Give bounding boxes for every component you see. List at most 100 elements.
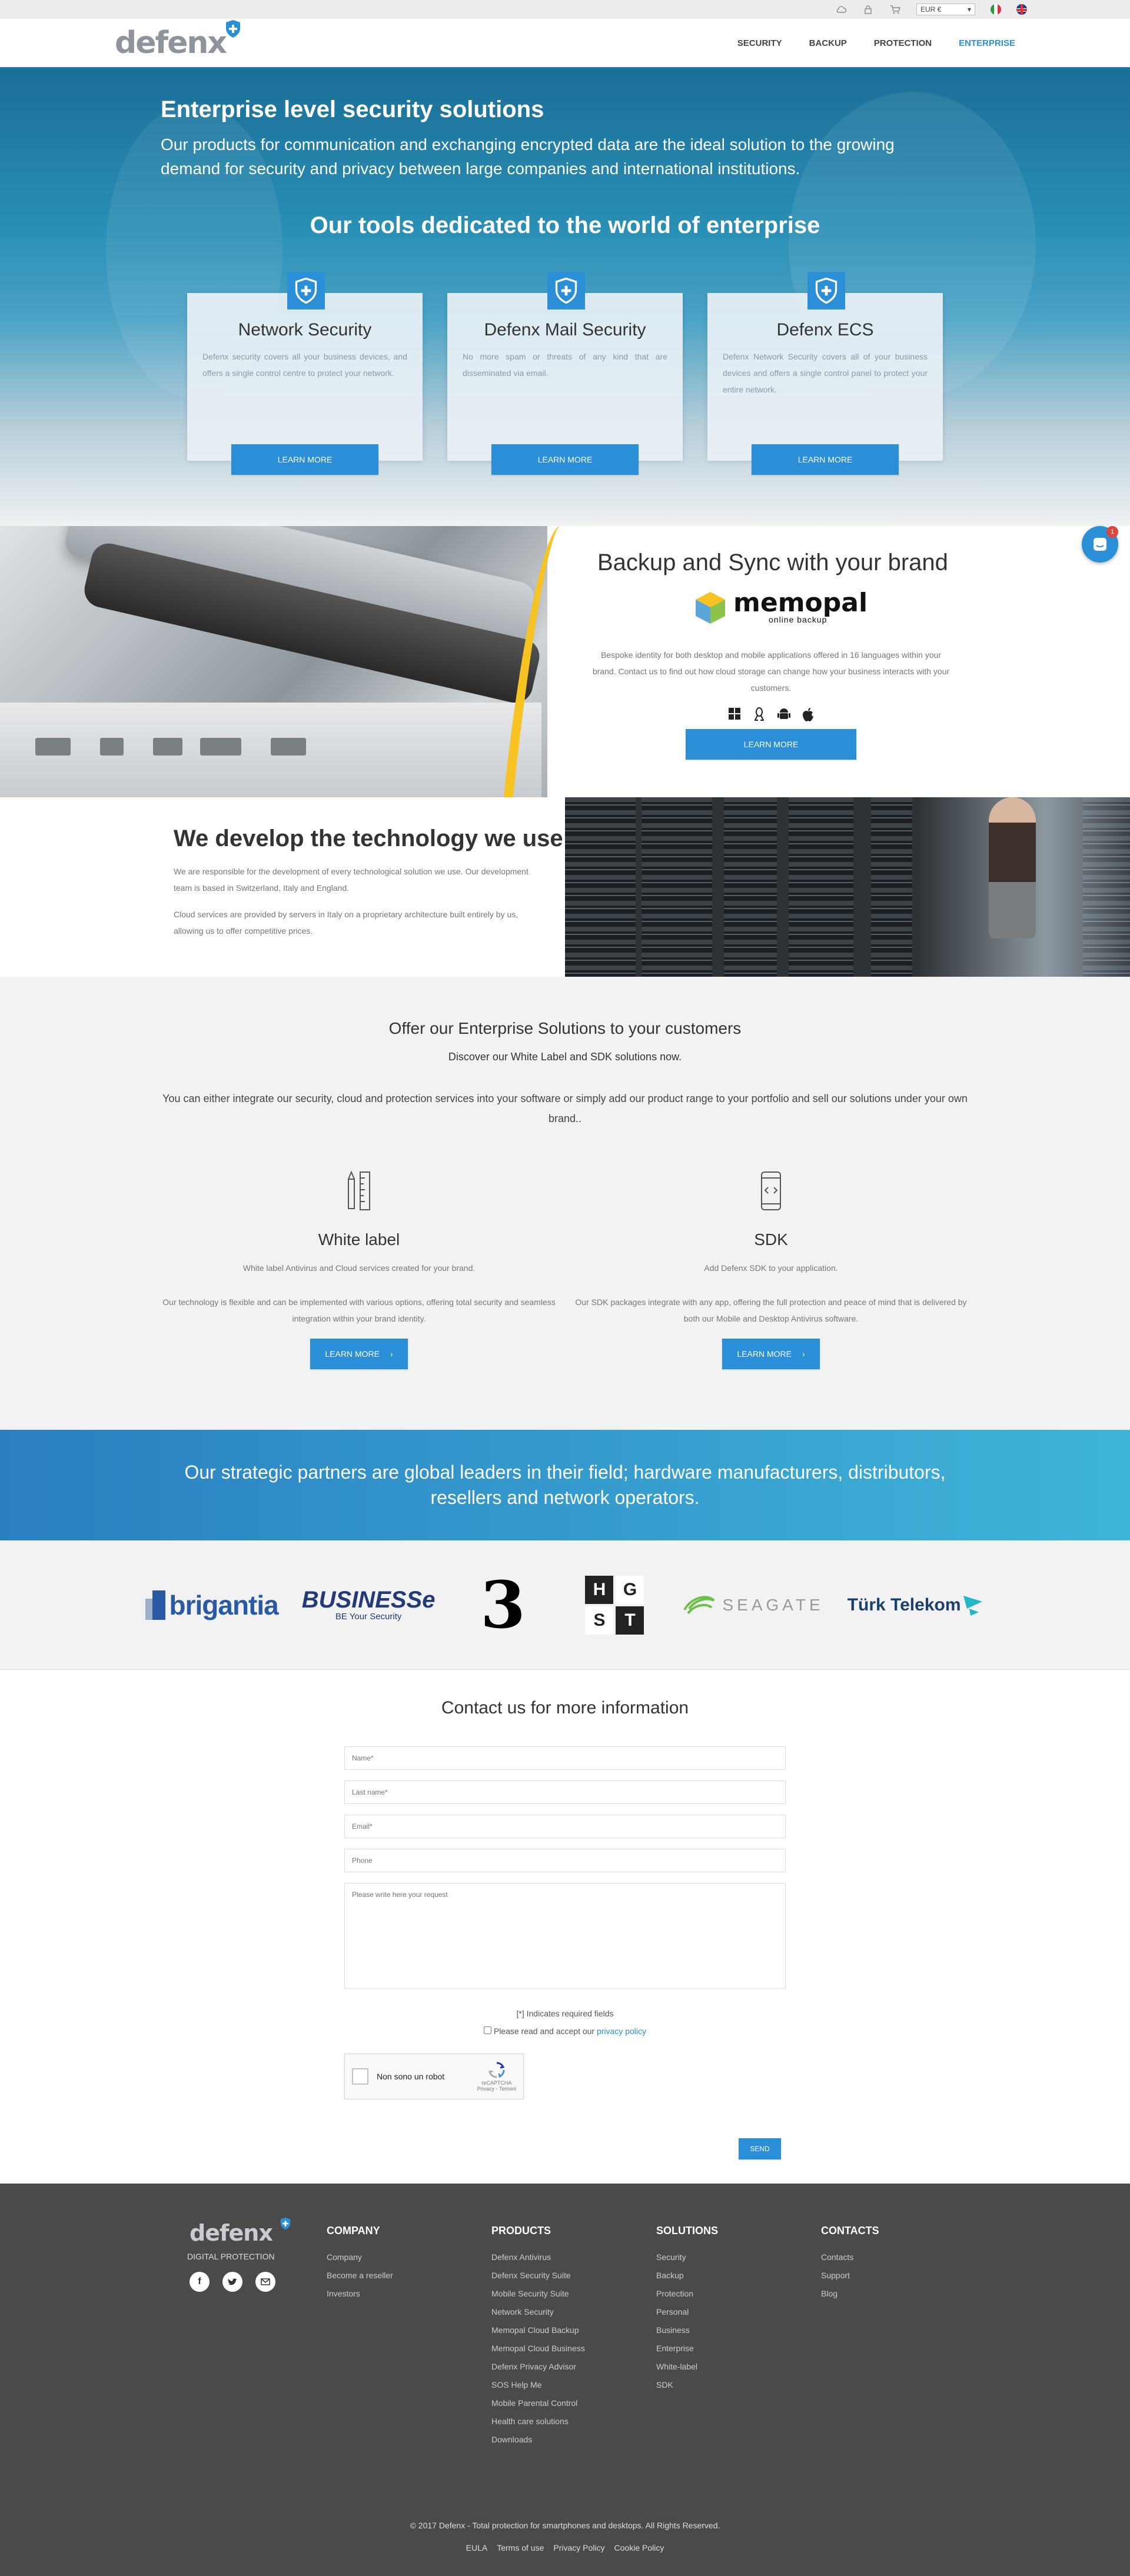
card-text: Defenx Network Security covers all of yo… — [723, 352, 928, 394]
nav-enterprise[interactable]: ENTERPRISE — [959, 38, 1015, 48]
learn-more-button[interactable]: LEARN MORE — [231, 444, 378, 475]
name-field[interactable] — [344, 1746, 786, 1770]
cart-icon[interactable] — [889, 4, 901, 15]
seagate-wordmark: SEAGATE — [722, 1595, 824, 1614]
lock-icon[interactable] — [862, 4, 874, 15]
footer-link[interactable]: Downloads — [491, 2435, 585, 2444]
technology-paragraph: We are responsible for the development o… — [174, 867, 529, 893]
footer-link[interactable]: Health care solutions — [491, 2417, 585, 2426]
hero-title: Enterprise level security solutions — [161, 96, 544, 122]
white-label-title: White label — [318, 1230, 400, 1249]
footer-link[interactable]: Memopal Cloud Business — [491, 2344, 585, 2353]
contact-title: Contact us for more information — [441, 1698, 689, 1718]
nav-backup[interactable]: BACKUP — [809, 38, 847, 48]
hgst-logo[interactable]: H G S T — [570, 1575, 659, 1635]
footer-link[interactable]: Defenx Antivirus — [491, 2252, 585, 2262]
italian-flag-icon[interactable] — [991, 4, 1001, 15]
request-field[interactable] — [344, 1883, 786, 1989]
business-e-wordmark: BUSINESSe — [301, 1586, 436, 1613]
terms-link[interactable]: Terms of use — [497, 2543, 544, 2552]
footer-link[interactable]: Become a reseller — [327, 2271, 393, 2280]
learn-more-button[interactable]: LEARN MORE › — [310, 1339, 408, 1369]
cloud-icon[interactable] — [835, 4, 847, 15]
white-label-column: White label White label Antivirus and Cl… — [153, 1168, 565, 1369]
turk-telekom-logo[interactable]: Türk Telekom — [848, 1576, 985, 1635]
currency-select[interactable]: EUR € ▾ — [916, 4, 975, 15]
email-icon[interactable] — [255, 2272, 275, 2292]
privacy-checkbox[interactable] — [483, 2026, 491, 2034]
android-icon — [777, 707, 790, 725]
learn-more-button[interactable]: LEARN MORE › — [722, 1339, 820, 1369]
backup-text: Bespoke identity for both desktop and mo… — [592, 650, 950, 693]
chat-launcher[interactable]: 1 — [1082, 526, 1118, 563]
seagate-logo[interactable]: SEAGATE — [682, 1576, 823, 1635]
ruler-pencil-icon — [153, 1168, 565, 1215]
chevron-right-icon: › — [390, 1349, 393, 1359]
footer-link[interactable]: Enterprise — [656, 2344, 718, 2353]
footer-link[interactable]: Backup — [656, 2271, 718, 2280]
footer-link[interactable]: Company — [327, 2252, 393, 2262]
footer-link[interactable]: Mobile Parental Control — [491, 2398, 585, 2408]
footer-link[interactable]: SDK — [656, 2380, 718, 2389]
footer-link[interactable]: Contacts — [821, 2252, 879, 2262]
footer-link[interactable]: Defenx Security Suite — [491, 2271, 585, 2280]
shield-plus-icon — [280, 2217, 291, 2230]
business-e-logo[interactable]: BUSINESSe BE Your Security — [302, 1576, 436, 1635]
footer-link[interactable]: Defenx Privacy Advisor — [491, 2362, 585, 2371]
brigantia-logo[interactable]: brigantia — [145, 1576, 279, 1635]
product-card-mail-security: Defenx Mail Security No more spam or thr… — [447, 272, 683, 475]
learn-more-button[interactable]: LEARN MORE — [752, 444, 899, 475]
footer-link[interactable]: Security — [656, 2252, 718, 2262]
footer-link[interactable]: Investors — [327, 2289, 393, 2298]
three-wordmark: 3 — [480, 1566, 526, 1643]
send-button[interactable]: SEND — [739, 2138, 781, 2159]
footer-link[interactable]: Protection — [656, 2289, 718, 2298]
footer-link[interactable]: Mobile Security Suite — [491, 2289, 585, 2298]
privacy-link[interactable]: Privacy Policy — [553, 2543, 604, 2552]
facebook-icon[interactable]: f — [190, 2272, 210, 2292]
footer-link[interactable]: SOS Help Me — [491, 2380, 585, 2389]
hgst-letter: H — [585, 1575, 614, 1604]
nav-protection[interactable]: PROTECTION — [874, 38, 932, 48]
technology-paragraph: Cloud services are provided by servers i… — [174, 910, 519, 936]
cookie-link[interactable]: Cookie Policy — [614, 2543, 664, 2552]
last-name-field[interactable] — [344, 1780, 786, 1804]
learn-more-button[interactable]: LEARN MORE — [491, 444, 639, 475]
product-card-network-security: Network Security Defenx security covers … — [187, 272, 423, 475]
footer-link[interactable]: Blog — [821, 2289, 879, 2298]
footer-logo[interactable]: defenx — [190, 2217, 291, 2246]
hgst-letter: S — [585, 1606, 614, 1635]
english-flag-icon[interactable] — [1016, 4, 1027, 15]
footer-link[interactable]: Memopal Cloud Backup — [491, 2325, 585, 2335]
footer-column-title: PRODUCTS — [491, 2225, 551, 2236]
card-title: Network Security — [238, 320, 372, 340]
footer-link[interactable]: Business — [656, 2325, 718, 2335]
eula-link[interactable]: EULA — [466, 2543, 488, 2552]
main-nav: SECURITY BACKUP PROTECTION ENTERPRISE — [737, 38, 1015, 48]
nav-security[interactable]: SECURITY — [737, 38, 782, 48]
recaptcha-checkbox[interactable] — [352, 2068, 368, 2085]
server-room-photo — [565, 797, 1130, 977]
three-logo[interactable]: 3 — [458, 1566, 547, 1643]
technology-section: We develop the technology we use We are … — [0, 797, 1130, 977]
footer-link[interactable]: White-label — [656, 2362, 718, 2371]
white-label-text: White label Antivirus and Cloud services… — [242, 1263, 476, 1273]
shield-icon — [287, 272, 325, 309]
tools-title: Our tools dedicated to the world of ente… — [310, 212, 820, 238]
twitter-icon[interactable] — [222, 2272, 242, 2292]
footer-column-title: CONTACTS — [821, 2225, 879, 2236]
email-field[interactable] — [344, 1815, 786, 1838]
phone-field[interactable] — [344, 1849, 786, 1872]
offer-title: Offer our Enterprise Solutions to your c… — [388, 1019, 742, 1037]
learn-more-button[interactable]: LEARN MORE — [686, 729, 856, 760]
hero-section: Enterprise level security solutions Our … — [0, 68, 1130, 526]
footer-link[interactable]: Support — [821, 2271, 879, 2280]
site-logo[interactable]: defenx — [115, 20, 240, 61]
brigantia-wordmark: brigantia — [169, 1589, 278, 1620]
sdk-text: Add Defenx SDK to your application. — [704, 1263, 838, 1273]
privacy-policy-link[interactable]: privacy policy — [597, 2026, 646, 2036]
partner-logos: brigantia BUSINESSe BE Your Security 3 H … — [0, 1540, 1130, 1670]
footer-products-column: PRODUCTS Defenx Antivirus Defenx Securit… — [491, 2225, 585, 2453]
footer-link[interactable]: Personal — [656, 2307, 718, 2317]
footer-link[interactable]: Network Security — [491, 2307, 585, 2317]
